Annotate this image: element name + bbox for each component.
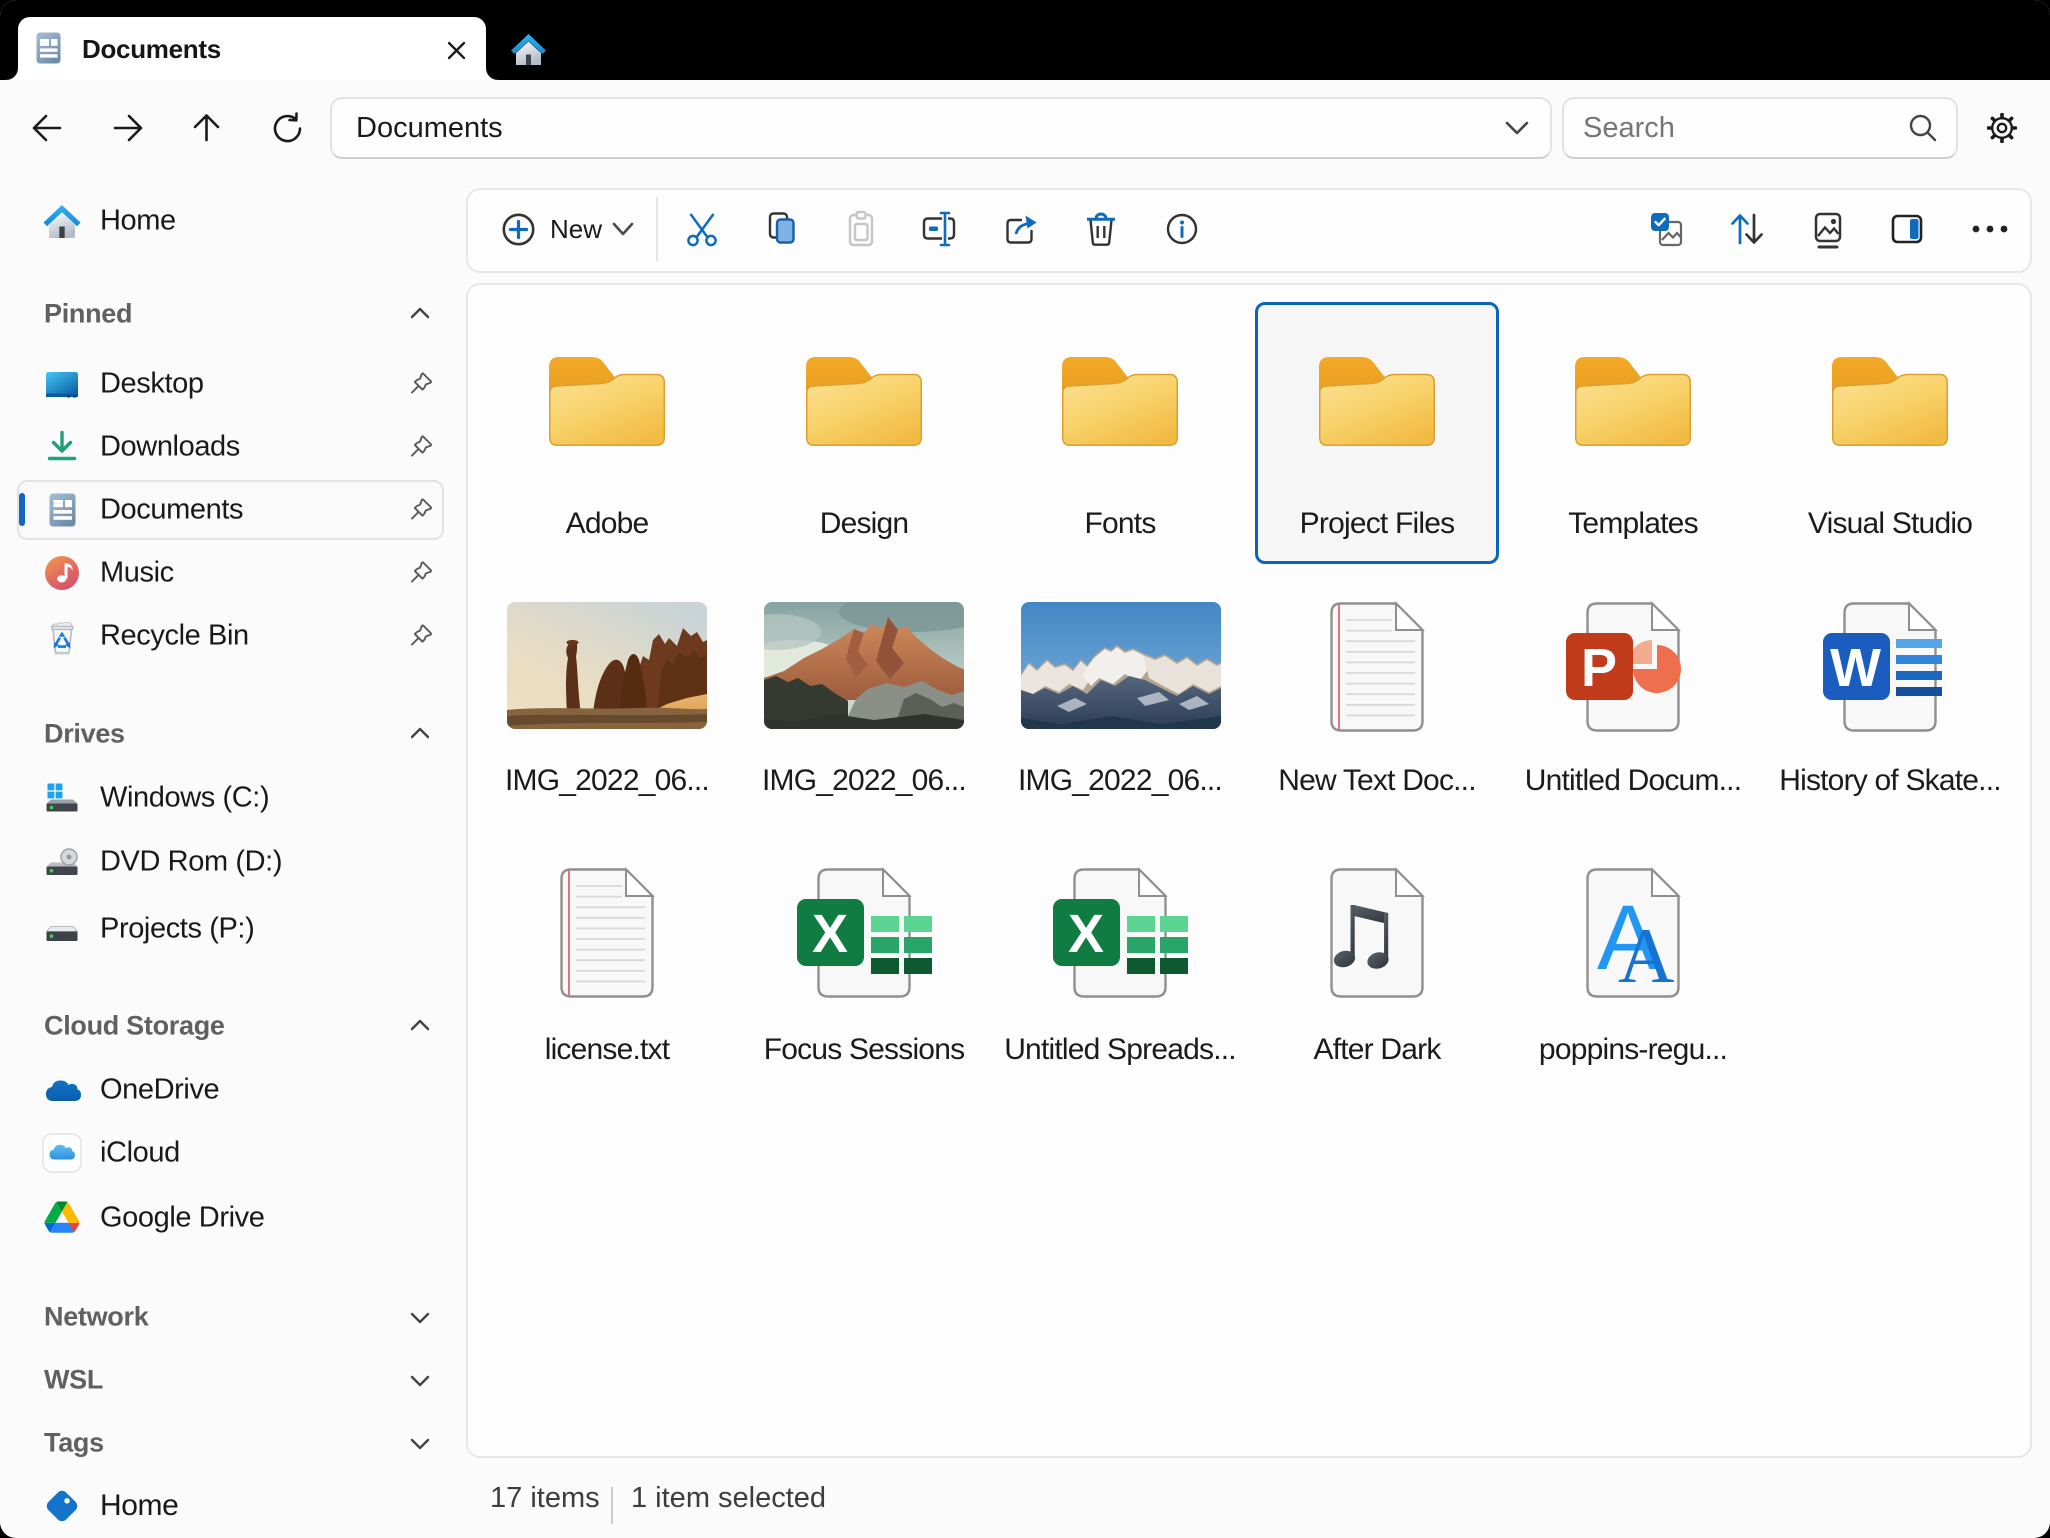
- svg-text:X: X: [1068, 904, 1104, 964]
- svg-text:P: P: [1581, 638, 1617, 698]
- svg-text:A: A: [1618, 912, 1674, 999]
- svg-text:X: X: [812, 904, 848, 964]
- svg-text:W: W: [1830, 638, 1881, 698]
